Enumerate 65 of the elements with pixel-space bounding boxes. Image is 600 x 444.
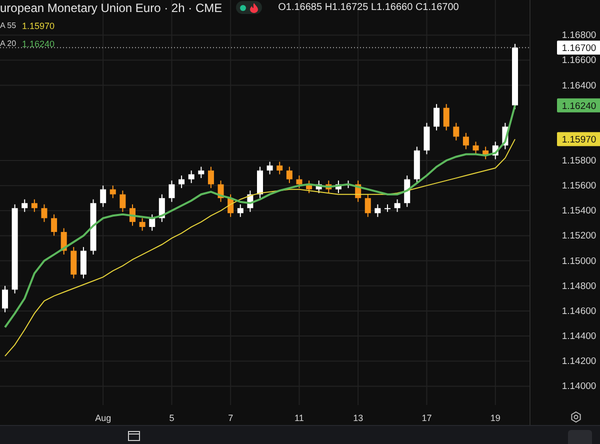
candlestick <box>41 204 48 222</box>
candlestick <box>374 204 381 218</box>
price-tick-label: 1.15000 <box>562 256 596 267</box>
candlestick <box>394 198 400 212</box>
price-tick-label: 1.15400 <box>562 206 596 217</box>
price-tick-label: 1.15200 <box>562 230 596 242</box>
indicator-value: 1.16240 <box>22 38 55 48</box>
dot-icon <box>240 4 246 10</box>
candlestick <box>296 175 302 189</box>
price-tick-label: 1.16400 <box>562 80 596 92</box>
candlestick <box>188 170 194 184</box>
candlestick <box>443 104 450 131</box>
candlestick <box>168 180 175 202</box>
candlestick <box>149 214 156 232</box>
candlestick <box>51 214 58 236</box>
calendar-icon[interactable] <box>128 430 140 440</box>
indicator-label: A 55 <box>0 21 16 30</box>
candlestick <box>198 166 204 179</box>
price-tick-label: 1.14400 <box>562 331 596 342</box>
symbol-title: uropean Monetary Union Euro · 2h · CME <box>0 0 222 14</box>
price-label: 1.15970 <box>557 132 600 146</box>
candlestick <box>208 166 214 189</box>
candlestick <box>178 175 185 189</box>
candlestick <box>139 218 146 232</box>
candlestick <box>237 204 244 218</box>
date-tick-label: 17 <box>422 413 432 423</box>
flame-icon <box>250 2 258 12</box>
candlestick <box>266 161 273 175</box>
candlestick <box>364 194 371 218</box>
candlestick <box>286 166 292 184</box>
price-tick-label: 1.16800 <box>562 30 596 42</box>
candlestick <box>434 104 440 131</box>
price-tick-label: 1.14600 <box>562 306 596 317</box>
candlestick <box>80 246 86 279</box>
indicator-value: 1.15970 <box>22 20 55 30</box>
date-tick-label: 13 <box>353 413 364 423</box>
settings-icon[interactable] <box>571 411 581 423</box>
indicator-label: A 20 <box>0 39 16 48</box>
candlestick <box>100 185 106 208</box>
date-tick-label: 11 <box>294 413 304 423</box>
candlestick <box>120 190 126 212</box>
price-tick-label: 1.15800 <box>562 156 596 166</box>
price-tick-label: 1.15600 <box>562 180 596 192</box>
candlestick <box>2 285 8 313</box>
date-tick-label: 7 <box>228 413 234 423</box>
price-tick-label: 1.14000 <box>562 381 596 392</box>
price-label: 1.16240 <box>557 98 600 112</box>
date-tick-label: 5 <box>169 413 174 423</box>
date-tick-label: 19 <box>490 413 500 423</box>
candlestick <box>22 198 28 212</box>
candlestick <box>472 141 479 155</box>
price-label: 1.16700 <box>557 40 600 55</box>
candlestick <box>70 246 77 279</box>
candlestick <box>276 161 283 175</box>
candlestick <box>257 166 263 199</box>
price-tick-label: 1.16600 <box>562 55 596 66</box>
price-tick-label: 1.14800 <box>562 280 596 292</box>
ohlc-values: O1.16685 H1.16725 L1.16660 C1.16700 <box>278 2 459 13</box>
candlestick <box>453 122 460 141</box>
date-tick-label: Aug <box>95 413 112 423</box>
price-tick-label: 1.14200 <box>562 356 596 368</box>
candlestick <box>424 122 430 155</box>
candlestick <box>110 185 116 199</box>
candlestick <box>31 198 38 212</box>
candlestick <box>462 132 469 150</box>
